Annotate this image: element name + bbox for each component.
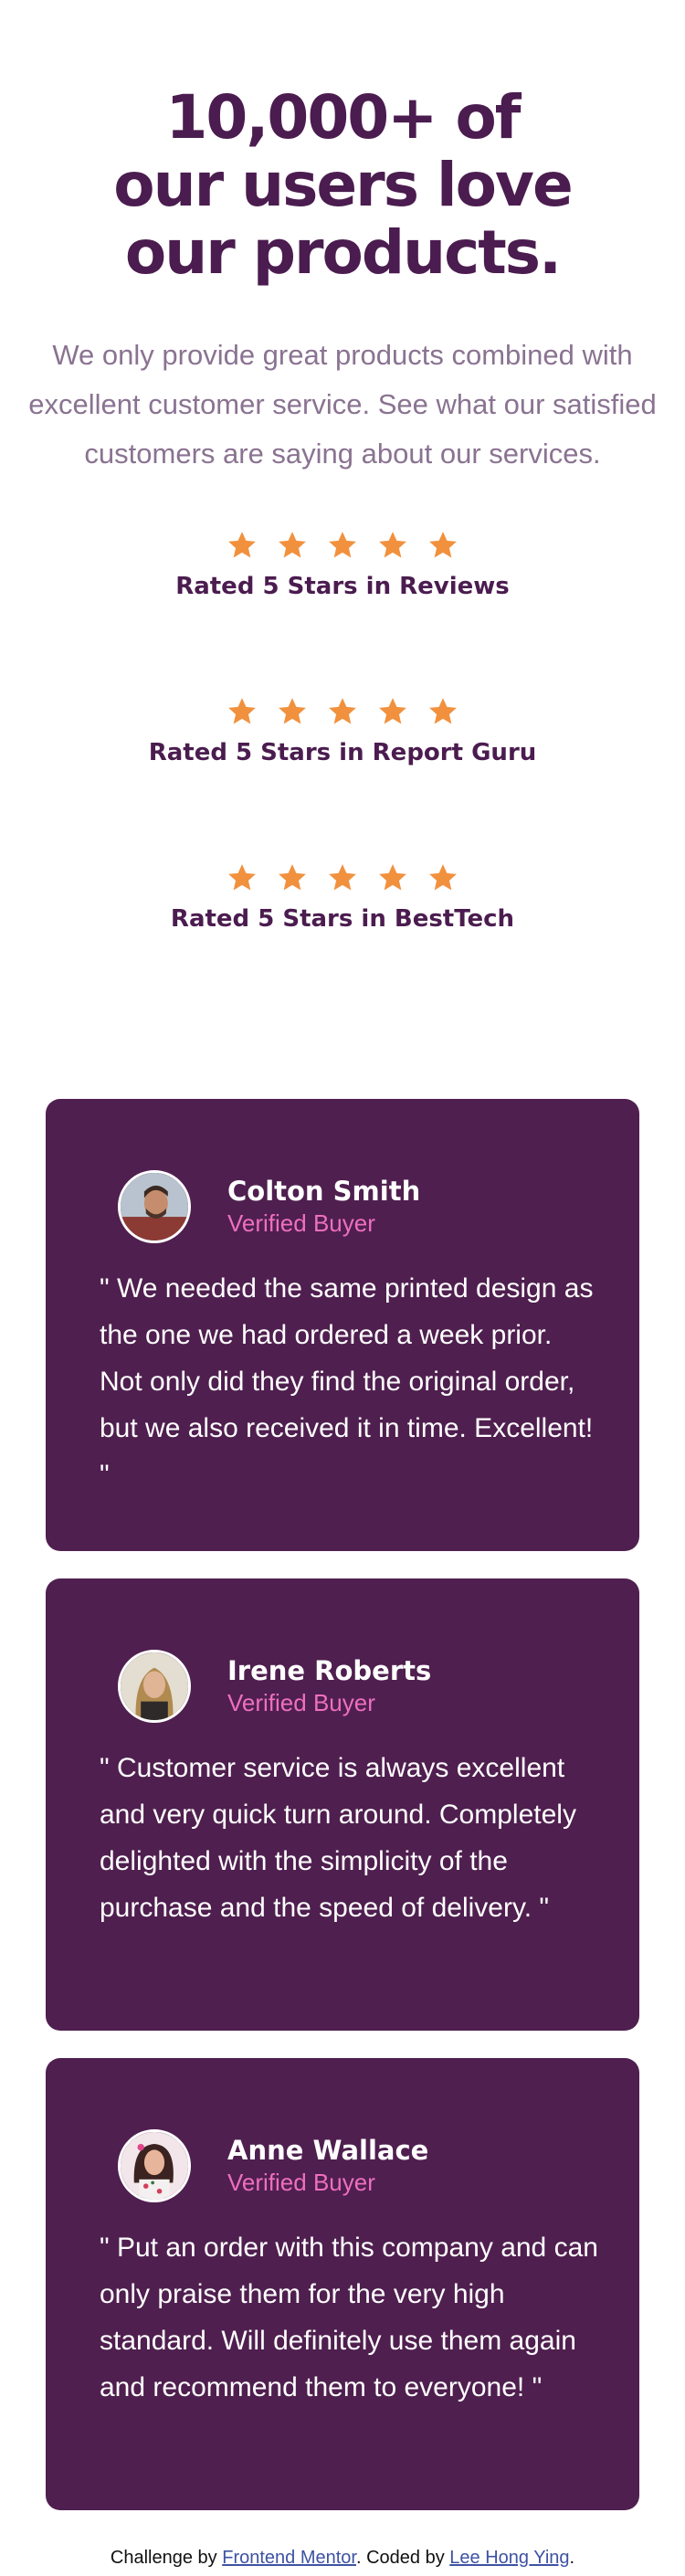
star-icon (228, 864, 256, 891)
testimonial-quote: " Customer service is always excellent a… (100, 1753, 576, 1923)
testimonial-quote: " Put an order with this company and can… (100, 2233, 598, 2402)
reviewer-info: Colton Smith Verified Buyer (227, 1176, 420, 1238)
reviewer-name: Anne Wallace (227, 2135, 429, 2166)
reviewer-name: Irene Roberts (227, 1655, 432, 1686)
star-rating (0, 696, 685, 729)
star-icon (379, 864, 406, 891)
avatar (118, 1650, 191, 1723)
star-icon (429, 698, 457, 724)
avatar (118, 1170, 191, 1243)
attribution-prefix: Challenge by (110, 2548, 223, 2568)
testimonials-section: Colton Smith Verified Buyer " We needed … (46, 1099, 639, 2538)
star-icon (279, 532, 306, 558)
star-icon (429, 532, 457, 558)
star-rating (0, 530, 685, 563)
avatar-colton-image (121, 1173, 188, 1240)
verified-badge: Verified Buyer (227, 1209, 375, 1237)
star-icon (329, 532, 356, 558)
page: 10,000+ of our users love our products. … (0, 0, 685, 2576)
rating-label: Rated 5 Stars in BestTech (170, 905, 515, 933)
testimonial-header: Colton Smith Verified Buyer (118, 1170, 420, 1243)
star-icon (329, 698, 356, 724)
testimonial-card-anne: Anne Wallace Verified Buyer " Put an ord… (46, 2058, 639, 2510)
star-icon (379, 698, 406, 724)
star-icon (279, 698, 306, 724)
testimonial-quote: " We needed the same printed design as t… (100, 1273, 594, 1490)
star-icon (429, 864, 457, 891)
author-link[interactable]: Lee Hong Ying (449, 2548, 569, 2568)
rating-reviews: Rated 5 Stars in Reviews (0, 530, 685, 696)
avatar-anne-image (121, 2132, 188, 2200)
attribution-middle: . Coded by (355, 2548, 450, 2568)
testimonial-header: Irene Roberts Verified Buyer (118, 1650, 431, 1723)
hero-description: We only provide great products combined … (28, 339, 657, 470)
testimonial-card-irene: Irene Roberts Verified Buyer " Customer … (46, 1578, 639, 2031)
rating-label: Rated 5 Stars in Reviews (175, 573, 510, 600)
verified-badge: Verified Buyer (227, 1689, 375, 1716)
star-icon (279, 864, 306, 891)
avatar-irene-image (121, 1652, 188, 1720)
star-icon (228, 532, 256, 558)
star-icon (329, 864, 356, 891)
ratings-section: Rated 5 Stars in Reviews Rated 5 Stars i… (0, 530, 685, 1029)
attribution-suffix: . (569, 2548, 575, 2568)
hero-section: 10,000+ of our users love our products. … (0, 0, 685, 479)
star-icon (379, 532, 406, 558)
rating-report-guru: Rated 5 Stars in Report Guru (0, 696, 685, 862)
frontend-mentor-link[interactable]: Frontend Mentor (222, 2548, 356, 2568)
reviewer-info: Anne Wallace Verified Buyer (227, 2135, 428, 2197)
hero-title: 10,000+ of our users love our products. (113, 82, 573, 288)
rating-besttech: Rated 5 Stars in BestTech (0, 862, 685, 1029)
testimonial-card-colton: Colton Smith Verified Buyer " We needed … (46, 1099, 639, 1551)
testimonial-header: Anne Wallace Verified Buyer (118, 2129, 428, 2202)
avatar (118, 2129, 191, 2202)
rating-label: Rated 5 Stars in Report Guru (148, 739, 537, 766)
reviewer-info: Irene Roberts Verified Buyer (227, 1655, 431, 1717)
reviewer-name: Colton Smith (227, 1176, 421, 1207)
star-icon (228, 698, 256, 724)
verified-badge: Verified Buyer (227, 2169, 375, 2196)
attribution: Challenge by Frontend Mentor. Coded by L… (0, 2548, 685, 2569)
star-rating (0, 862, 685, 895)
